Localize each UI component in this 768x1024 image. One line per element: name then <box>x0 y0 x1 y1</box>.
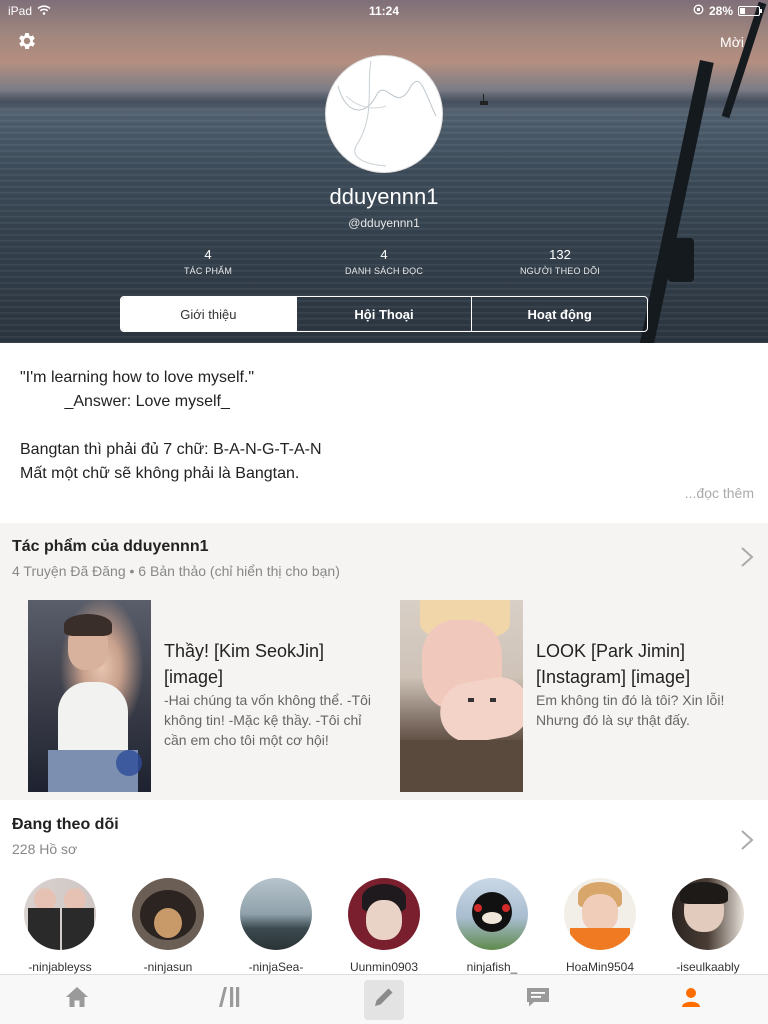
profile-stats: 4 TÁC PHẨM 4 DANH SÁCH ĐỌC 132 NGƯỜI THE… <box>0 247 768 281</box>
battery-percent: 28% <box>708 4 733 18</box>
bottom-nav <box>0 974 768 1024</box>
story-card[interactable]: LOOK [Park Jimin] [Instagram] [image] Em… <box>400 600 750 792</box>
story-description: -Hai chúng ta vốn không thể. -Tôi không … <box>164 692 372 748</box>
about-line: Bangtan thì phải đủ 7 chữ: B-A-N-G-T-A-N <box>20 441 322 458</box>
followed-name: -iseulkaably <box>676 960 740 974</box>
nav-messages[interactable] <box>461 975 615 1024</box>
stat-works-label: TÁC PHẨM <box>183 266 233 276</box>
works-section: Tác phẩm của dduyennn1 4 Truyện Đã Đăng … <box>0 523 768 800</box>
chat-icon <box>525 985 551 1014</box>
followed-name: -ninjasun <box>143 960 193 974</box>
followed-profile[interactable]: ninjafish_ <box>442 878 542 974</box>
stat-works[interactable]: 4 TÁC PHẨM <box>118 247 298 276</box>
tab-about[interactable]: Giới thiệu <box>121 297 296 331</box>
nav-library[interactable] <box>154 975 308 1024</box>
story-cover-image[interactable] <box>28 600 151 792</box>
library-icon <box>217 985 243 1014</box>
stat-followers[interactable]: 132 NGƯỜI THEO DÕI <box>470 247 650 276</box>
followed-name: -ninjableyss <box>28 960 92 974</box>
story-card[interactable]: Thầy! [Kim SeokJin] [image] -Hai chúng t… <box>28 600 378 792</box>
following-title[interactable]: Đang theo dõi <box>12 816 119 834</box>
nav-write[interactable] <box>307 975 461 1024</box>
followed-avatar[interactable] <box>240 878 312 950</box>
tab-activity[interactable]: Hoạt động <box>471 297 647 331</box>
nav-profile[interactable] <box>614 975 768 1024</box>
read-more-link[interactable]: ...đọc thêm <box>685 485 754 501</box>
followed-avatar[interactable] <box>672 878 744 950</box>
nav-home[interactable] <box>0 975 154 1024</box>
about-line <box>20 414 740 438</box>
followed-profile[interactable]: -iseulkaably <box>658 878 758 974</box>
orientation-lock-icon <box>693 4 704 18</box>
about-line: Mất một chữ sẽ không phải là Bangtan. <box>20 465 300 482</box>
about-line: _Answer: Love myself_ <box>20 393 230 410</box>
following-subtitle: 228 Hồ sơ <box>12 841 78 857</box>
followed-avatar[interactable] <box>456 878 528 950</box>
profile-tabs: Giới thiệu Hội Thoại Hoạt động <box>120 296 648 332</box>
following-chevron-right-icon[interactable] <box>740 826 754 858</box>
followed-profile[interactable]: HoaMin9504 <box>550 878 650 974</box>
pencil-icon <box>372 985 396 1014</box>
followed-avatar[interactable] <box>24 878 96 950</box>
status-time: 11:24 <box>368 4 400 18</box>
display-name: dduyennn1 <box>329 184 439 209</box>
followed-name: HoaMin9504 <box>565 960 635 974</box>
profile-icon <box>679 985 703 1014</box>
tab-conversations[interactable]: Hội Thoại <box>295 297 472 331</box>
stat-followers-label: NGƯỜI THEO DÕI <box>519 266 601 276</box>
story-cover-image[interactable] <box>400 600 523 792</box>
following-section: Đang theo dõi 228 Hồ sơ -ninjableyss -ni… <box>0 800 768 974</box>
settings-gear-icon[interactable] <box>14 30 40 56</box>
profile-header: iPad 11:24 28% Mời dduyennn1 @dduyennn1 … <box>0 0 768 343</box>
home-icon <box>64 985 90 1014</box>
followed-name: -ninjaSea- <box>248 960 304 974</box>
story-title[interactable]: LOOK [Park Jimin] [Instagram] [image] <box>536 638 746 690</box>
followed-profile[interactable]: -ninjasun <box>118 878 218 974</box>
followed-avatar[interactable] <box>564 878 636 950</box>
status-bar: iPad 11:24 28% <box>0 0 768 22</box>
works-subtitle: 4 Truyện Đã Đăng • 6 Bản thảo (chỉ hiển … <box>12 563 340 579</box>
works-chevron-right-icon[interactable] <box>740 543 754 575</box>
username: @dduyennn1 <box>348 216 420 230</box>
followed-profile[interactable]: -ninjaSea- <box>226 878 326 974</box>
stat-followers-value: 132 <box>549 247 571 262</box>
followed-profile[interactable]: Uunmin0903 <box>334 878 434 974</box>
wifi-icon <box>37 4 51 18</box>
followed-avatar[interactable] <box>348 878 420 950</box>
followed-avatar[interactable] <box>132 878 204 950</box>
followed-name: ninjafish_ <box>466 960 518 974</box>
stat-reading-lists[interactable]: 4 DANH SÁCH ĐỌC <box>294 247 474 276</box>
stat-reading-lists-label: DANH SÁCH ĐỌC <box>344 266 424 276</box>
battery-icon <box>738 6 762 16</box>
device-name: iPad <box>8 4 33 18</box>
followed-profile[interactable]: -ninjableyss <box>10 878 110 974</box>
profile-avatar[interactable] <box>325 55 443 173</box>
about-text: "I'm learning how to love myself." _Answ… <box>20 366 740 486</box>
story-title[interactable]: Thầy! [Kim SeokJin] [image] <box>164 638 374 690</box>
followed-name: Uunmin0903 <box>349 960 419 974</box>
stat-reading-lists-value: 4 <box>380 247 388 262</box>
stat-works-value: 4 <box>204 247 212 262</box>
about-line: "I'm learning how to love myself." <box>20 369 255 386</box>
invite-button[interactable]: Mời <box>720 34 744 50</box>
story-description: Em không tin đó là tôi? Xin lỗi! Nhưng đ… <box>536 692 725 728</box>
works-title[interactable]: Tác phẩm của dduyennn1 <box>12 538 208 556</box>
